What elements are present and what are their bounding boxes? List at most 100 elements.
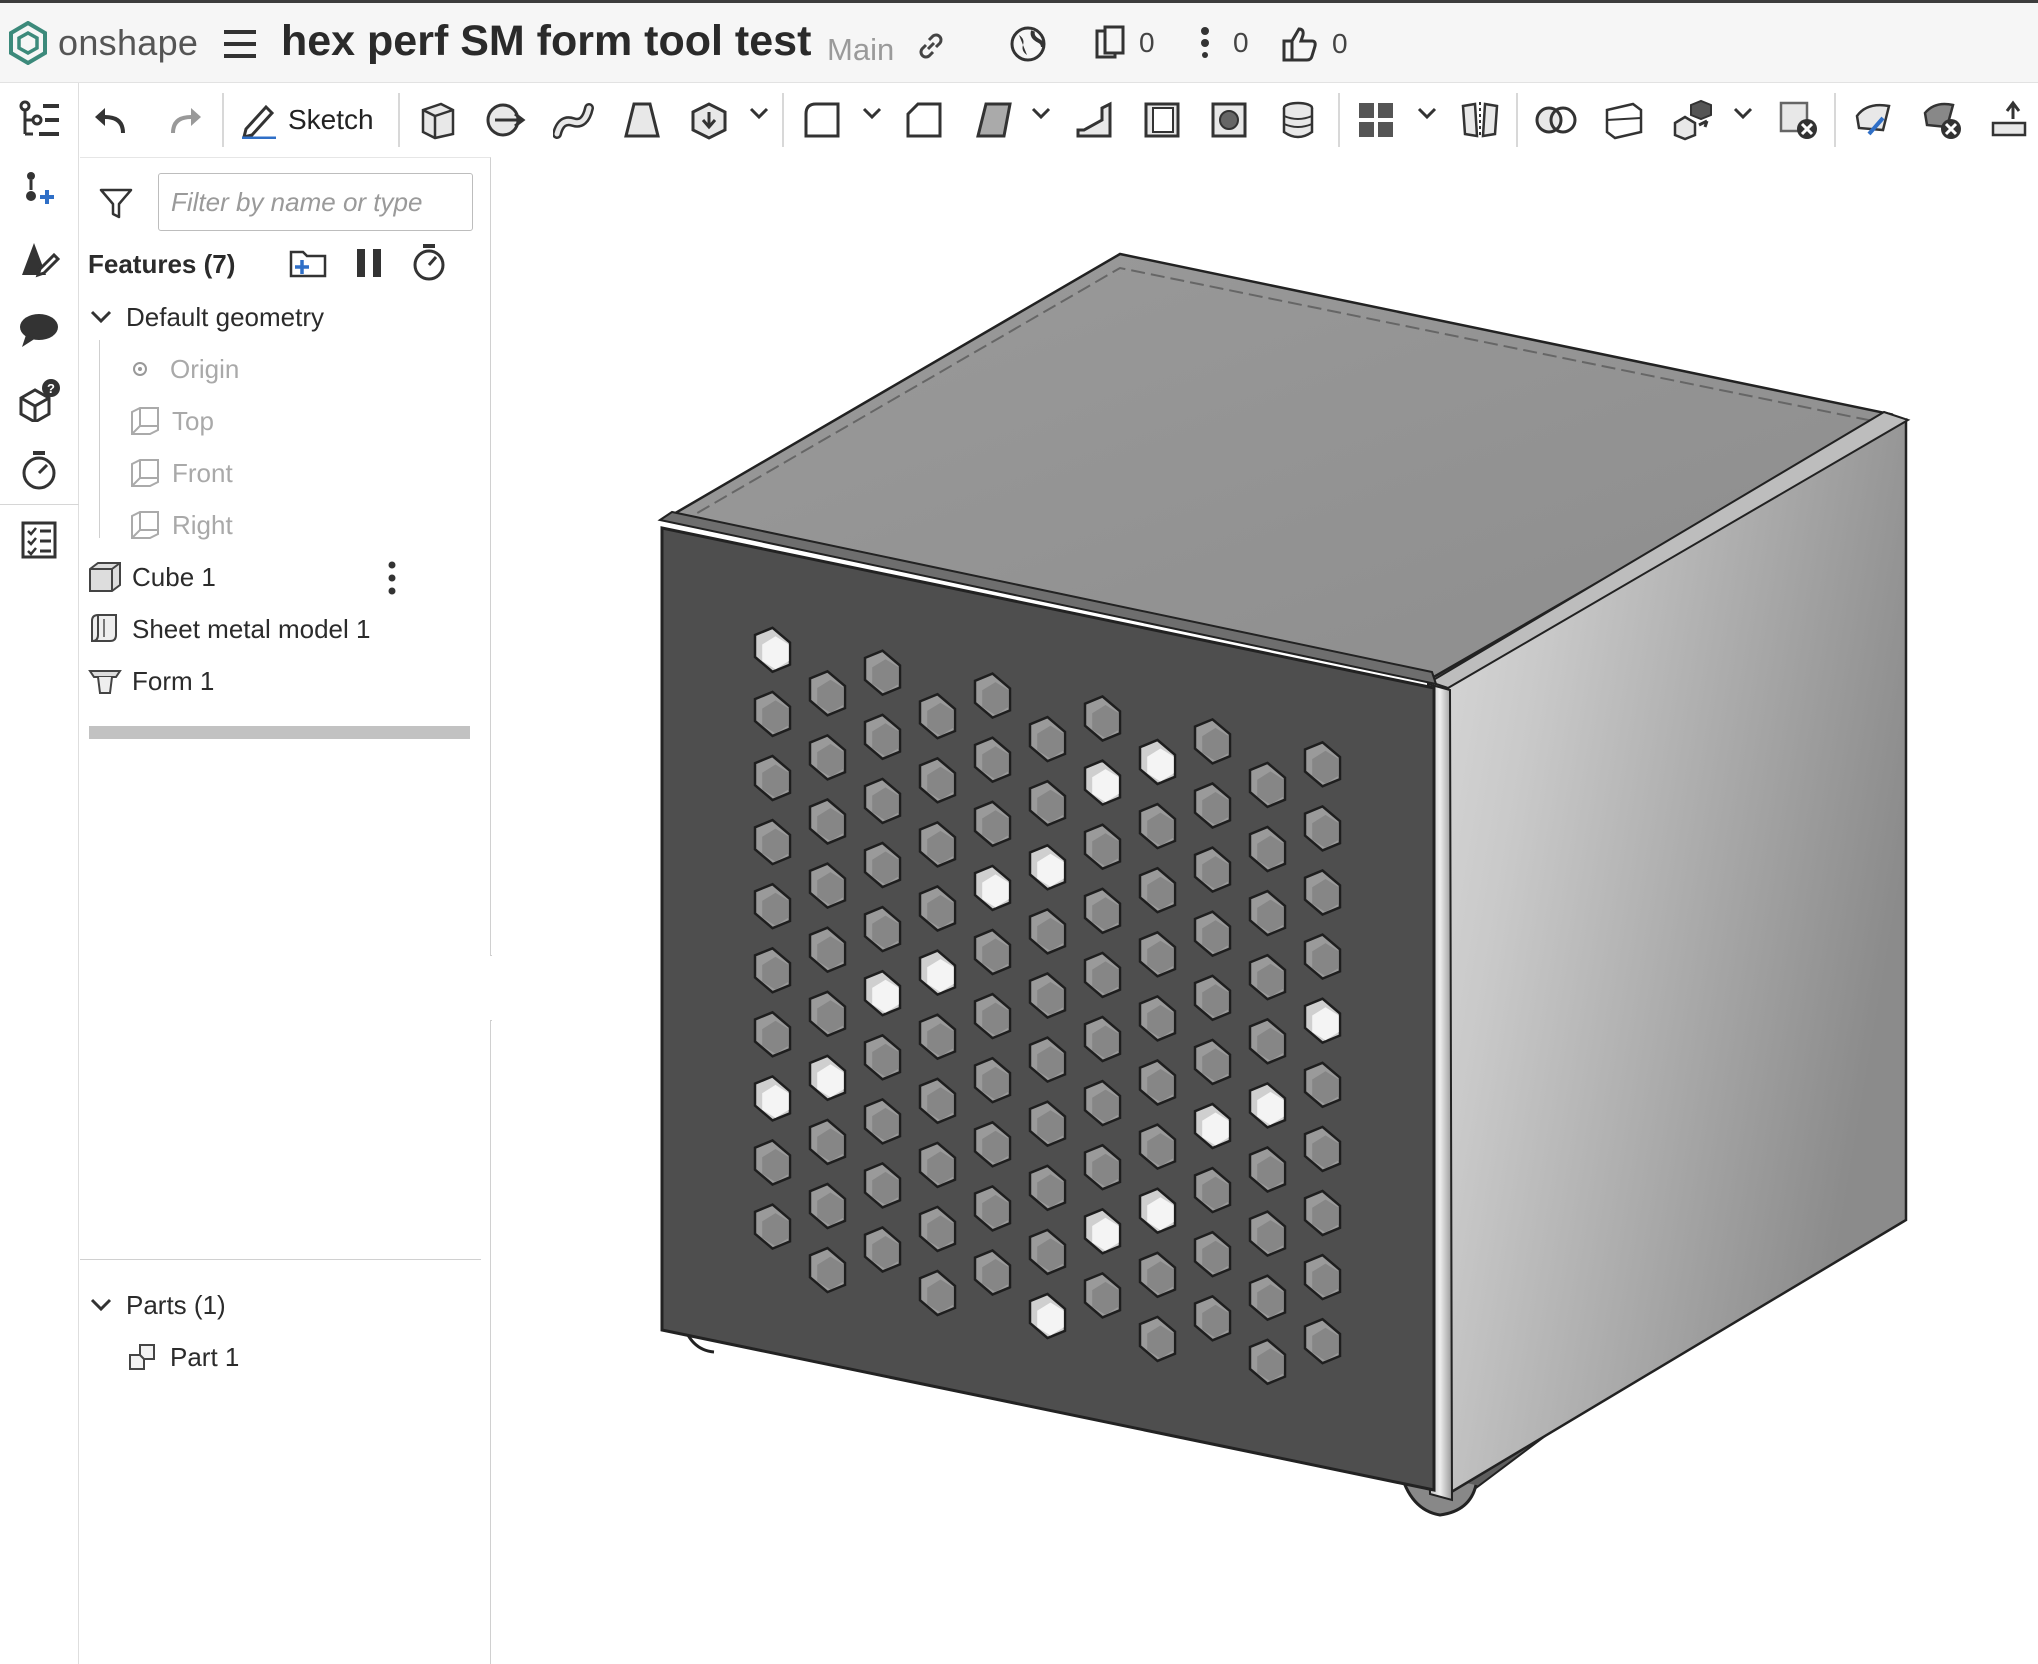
split-icon	[1605, 102, 1643, 140]
tree-item-cube-1[interactable]: Cube 1	[88, 557, 418, 597]
rollback-timer-button[interactable]	[14, 445, 64, 495]
thread-button[interactable]	[1276, 95, 1320, 145]
draft-icon	[976, 102, 1012, 138]
plane-icon	[131, 407, 159, 435]
fillet-dropdown[interactable]	[861, 105, 883, 126]
fillet-button[interactable]	[800, 95, 844, 145]
rib-button[interactable]	[1072, 95, 1116, 145]
shell-icon	[1144, 102, 1180, 138]
delete-face-button[interactable]	[1920, 95, 1964, 145]
parts-divider	[80, 1259, 481, 1260]
appearance-button[interactable]	[14, 235, 64, 285]
hole-button[interactable]	[1207, 95, 1251, 145]
parts-info-button[interactable]: ?	[14, 375, 64, 425]
cylinder-icon	[1282, 101, 1314, 139]
document-title[interactable]: hex perf SM form tool test	[281, 17, 811, 66]
sheet-metal-cube-model[interactable]	[492, 157, 2038, 1664]
left-icon-rail: ?	[0, 83, 79, 1664]
link-button[interactable]	[914, 29, 948, 63]
sheet-metal-icon	[91, 614, 117, 642]
share-button[interactable]	[1009, 25, 1047, 63]
part-item-part-1[interactable]: Part 1	[126, 1337, 239, 1377]
pause-regen-button[interactable]	[354, 246, 384, 285]
pause-icon	[357, 249, 381, 277]
cube-help-icon: ?	[19, 379, 60, 422]
regen-timer-button[interactable]	[410, 242, 448, 287]
default-geometry-group[interactable]: Default geometry	[88, 297, 324, 337]
right-plane-label: Right	[172, 509, 233, 540]
mirror-icon	[1461, 102, 1499, 138]
tree-item-origin[interactable]: Origin	[130, 349, 239, 389]
feature-filter-input[interactable]	[158, 173, 473, 231]
sweep-button[interactable]	[552, 95, 596, 145]
boolean-icon	[1535, 106, 1577, 134]
tree-item-front-plane[interactable]: Front	[130, 453, 233, 493]
toolbar-divider	[1834, 93, 1836, 147]
feature-tree-icon	[19, 100, 59, 136]
graphics-viewport[interactable]	[492, 157, 2038, 1664]
filter-funnel-icon	[99, 188, 133, 219]
feature-list-toggle[interactable]	[14, 95, 64, 145]
rib-icon	[1076, 101, 1112, 138]
main-menu-button[interactable]	[222, 27, 258, 61]
split-button[interactable]	[1602, 95, 1646, 145]
svg-text:?: ?	[47, 381, 55, 396]
thicken-button[interactable]	[687, 95, 731, 145]
versions-icon	[1095, 25, 1125, 59]
like-button[interactable]: 0	[1280, 25, 1348, 63]
draft-button[interactable]	[972, 95, 1016, 145]
transform-button[interactable]	[1670, 95, 1714, 145]
branches-button[interactable]: 0	[1195, 25, 1249, 61]
transform-icon	[1673, 99, 1712, 141]
features-header: Features (7)	[88, 244, 235, 284]
toolbar-divider	[398, 93, 400, 147]
versions-button[interactable]: 0	[1093, 25, 1155, 61]
checklist-icon	[21, 521, 57, 559]
revolve-button[interactable]	[484, 95, 528, 145]
loft-button[interactable]	[620, 95, 664, 145]
thicken-icon	[691, 102, 727, 140]
delete-part-button[interactable]	[1776, 95, 1820, 145]
tree-item-sheet-metal-model-1[interactable]: Sheet metal model 1	[88, 609, 370, 649]
pattern-dropdown[interactable]	[1416, 105, 1438, 126]
filter-button[interactable]	[98, 186, 134, 227]
checklist-button[interactable]	[14, 515, 64, 565]
insert-feature-button[interactable]	[14, 165, 64, 215]
branch-label[interactable]: Main	[827, 32, 894, 68]
rollback-bar[interactable]	[89, 726, 470, 739]
hole-icon	[1211, 102, 1247, 138]
draft-dropdown[interactable]	[1030, 105, 1052, 126]
onshape-logo[interactable]: onshape	[8, 21, 198, 65]
boolean-button[interactable]	[1534, 95, 1578, 145]
feature-options-button[interactable]	[386, 560, 398, 601]
undo-button[interactable]	[90, 95, 130, 145]
toolbar-divider	[1338, 93, 1340, 147]
new-folder-button[interactable]	[288, 246, 328, 285]
pattern-button[interactable]	[1354, 95, 1398, 145]
tree-item-top-plane[interactable]: Top	[130, 401, 214, 441]
comments-button[interactable]	[14, 305, 64, 355]
parts-group[interactable]: Parts (1)	[88, 1285, 226, 1325]
chamfer-button[interactable]	[902, 95, 946, 145]
default-geometry-label: Default geometry	[126, 301, 324, 332]
cube-1-label: Cube 1	[132, 561, 216, 592]
more-solids-dropdown[interactable]	[748, 105, 770, 126]
origin-label: Origin	[170, 353, 240, 384]
shell-button[interactable]	[1140, 95, 1184, 145]
move-face-icon	[1991, 100, 2027, 137]
extrude-icon	[421, 102, 455, 140]
redo-button[interactable]	[166, 95, 206, 145]
transform-dropdown[interactable]	[1732, 105, 1754, 126]
features-count-label: Features (7)	[88, 248, 236, 279]
tree-item-right-plane[interactable]: Right	[130, 505, 233, 545]
folder-add-icon	[289, 250, 327, 278]
branches-count: 0	[1233, 27, 1249, 58]
vertical-dots-icon	[1201, 27, 1209, 58]
tree-item-form-1[interactable]: Form 1	[88, 661, 214, 701]
pencil-icon	[241, 104, 276, 139]
modify-fillet-button[interactable]	[1852, 95, 1896, 145]
toolbar-divider	[782, 93, 784, 147]
mirror-button[interactable]	[1458, 95, 1502, 145]
move-face-button[interactable]	[1988, 95, 2032, 145]
extrude-button[interactable]	[415, 95, 459, 145]
